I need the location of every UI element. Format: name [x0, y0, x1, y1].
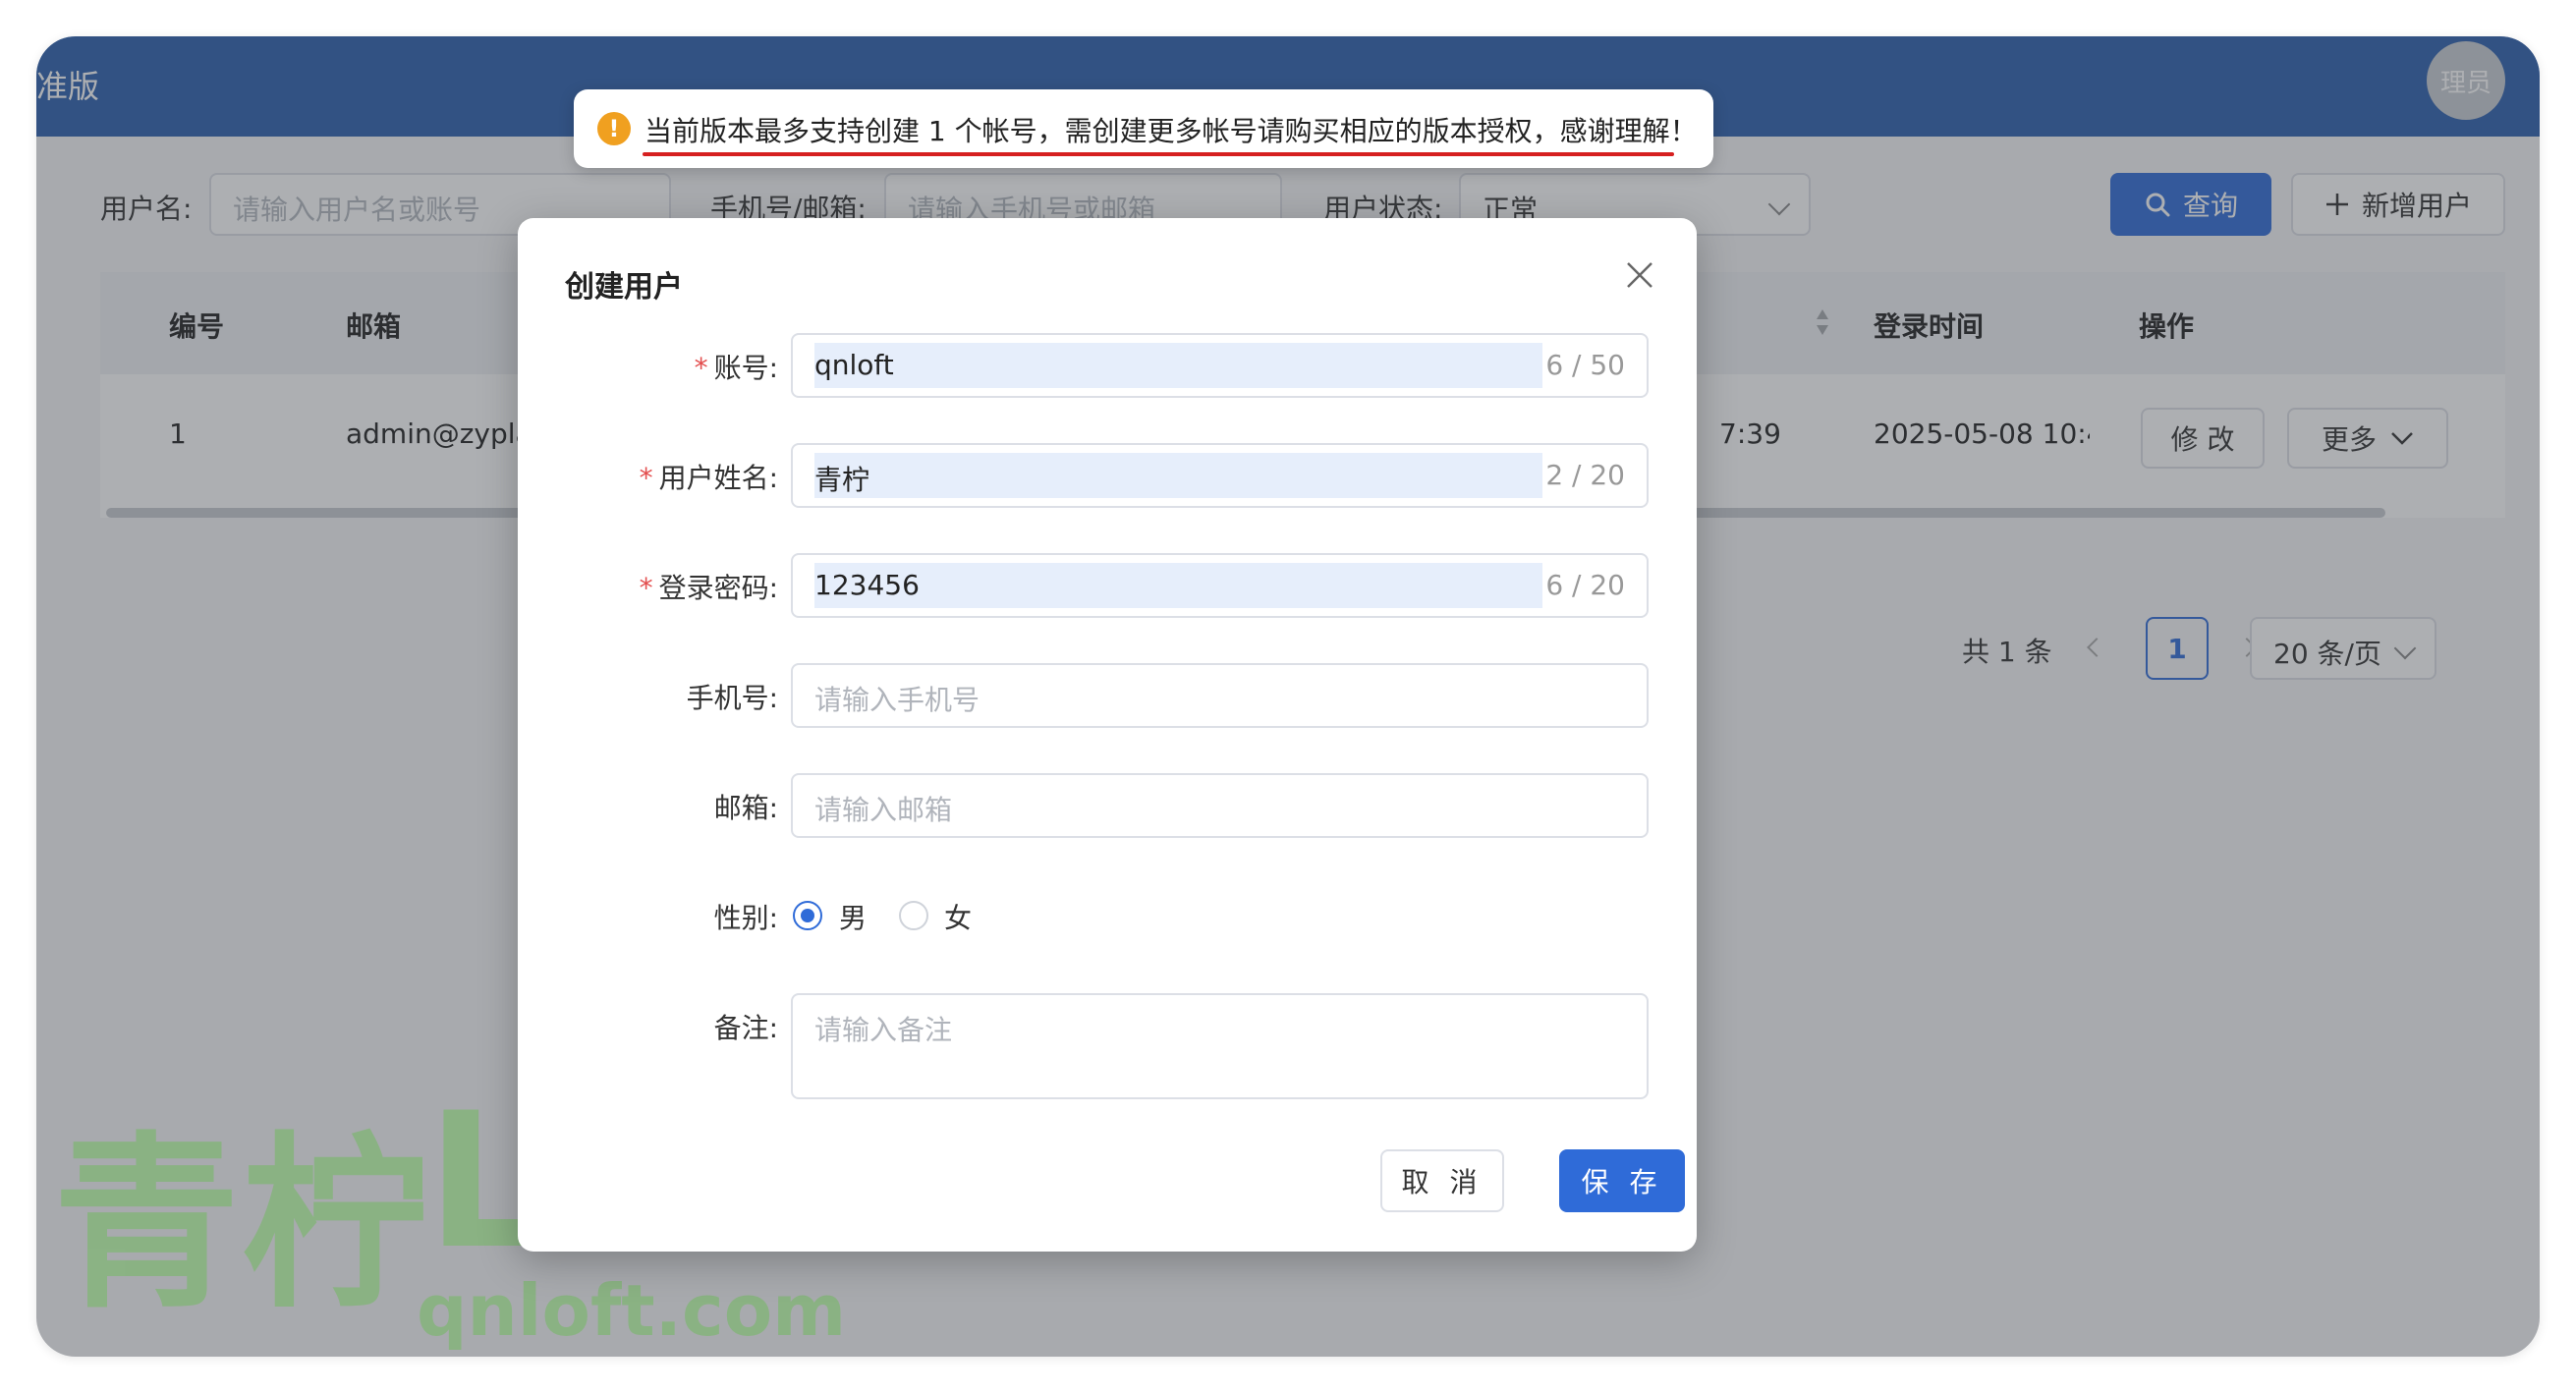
name-input[interactable]: 青柠 2 / 20: [791, 443, 1649, 508]
cancel-button[interactable]: 取 消: [1380, 1149, 1504, 1212]
name-char-count: 2 / 20: [1545, 459, 1625, 491]
gender-male-label[interactable]: 男: [839, 897, 867, 936]
account-value: qnloft: [814, 343, 1542, 388]
name-label-text: 用户姓名:: [658, 462, 778, 494]
name-field-row: * 用户姓名: 青柠 2 / 20: [518, 443, 1697, 508]
toast-message: 当前版本最多支持创建 1 个帐号，需创建更多帐号请购买相应的版本授权，感谢理解！: [644, 115, 1698, 147]
required-mark: *: [694, 352, 708, 384]
save-button[interactable]: 保 存: [1559, 1149, 1685, 1212]
password-char-count: 6 / 20: [1545, 569, 1625, 601]
required-mark: *: [639, 572, 653, 604]
app-window: 准版 理员 用户名: 请输入用户名或账号 手机号/邮箱: 请输入手机号或邮箱 用…: [36, 36, 2540, 1357]
email-label: 邮箱:: [713, 792, 778, 824]
email-field-row: 邮箱: 请输入邮箱: [518, 773, 1697, 838]
password-field-row: * 登录密码: 123456 6 / 20: [518, 553, 1697, 618]
warning-toast: ! 当前版本最多支持创建 1 个帐号，需创建更多帐号请购买相应的版本授权，感谢理…: [574, 89, 1713, 168]
account-field-row: * 账号: qnloft 6 / 50: [518, 333, 1697, 398]
account-label-text: 账号:: [713, 352, 778, 384]
gender-female-radio[interactable]: [899, 901, 928, 930]
close-icon[interactable]: [1622, 257, 1657, 293]
annotation-underline: [643, 152, 1674, 156]
warning-icon: !: [597, 112, 631, 145]
name-label: * 用户姓名:: [640, 457, 778, 496]
password-label-text: 登录密码:: [658, 572, 778, 604]
required-mark: *: [639, 462, 653, 494]
password-input[interactable]: 123456 6 / 20: [791, 553, 1649, 618]
gender-male-radio[interactable]: [793, 901, 822, 930]
remark-textarea[interactable]: 请输入备注: [791, 993, 1649, 1099]
phone-input[interactable]: 请输入手机号: [791, 663, 1649, 728]
email-input[interactable]: 请输入邮箱: [791, 773, 1649, 838]
account-label: * 账号:: [695, 347, 778, 386]
watermark-url: qnloft.com: [417, 1269, 847, 1352]
dialog-title: 创建用户: [565, 270, 683, 305]
password-label: * 登录密码:: [640, 567, 778, 606]
phone-field-row: 手机号: 请输入手机号: [518, 663, 1697, 728]
remark-field-row: 备注: 请输入备注: [518, 993, 1697, 1099]
create-user-dialog: 创建用户 * 账号: qnloft 6 / 50 * 用户姓名: 青柠 2 / 20…: [518, 218, 1697, 1252]
gender-field-row: 性别: 男 女: [518, 883, 1697, 948]
gender-female-label[interactable]: 女: [944, 897, 972, 936]
name-value: 青柠: [814, 453, 1542, 498]
account-char-count: 6 / 50: [1545, 349, 1625, 381]
phone-label: 手机号:: [686, 682, 778, 714]
gender-label: 性别:: [713, 902, 778, 934]
password-value: 123456: [814, 563, 1542, 608]
remark-label: 备注:: [713, 1012, 778, 1044]
account-input[interactable]: qnloft 6 / 50: [791, 333, 1649, 398]
watermark-chinese: 青柠: [53, 1116, 431, 1333]
